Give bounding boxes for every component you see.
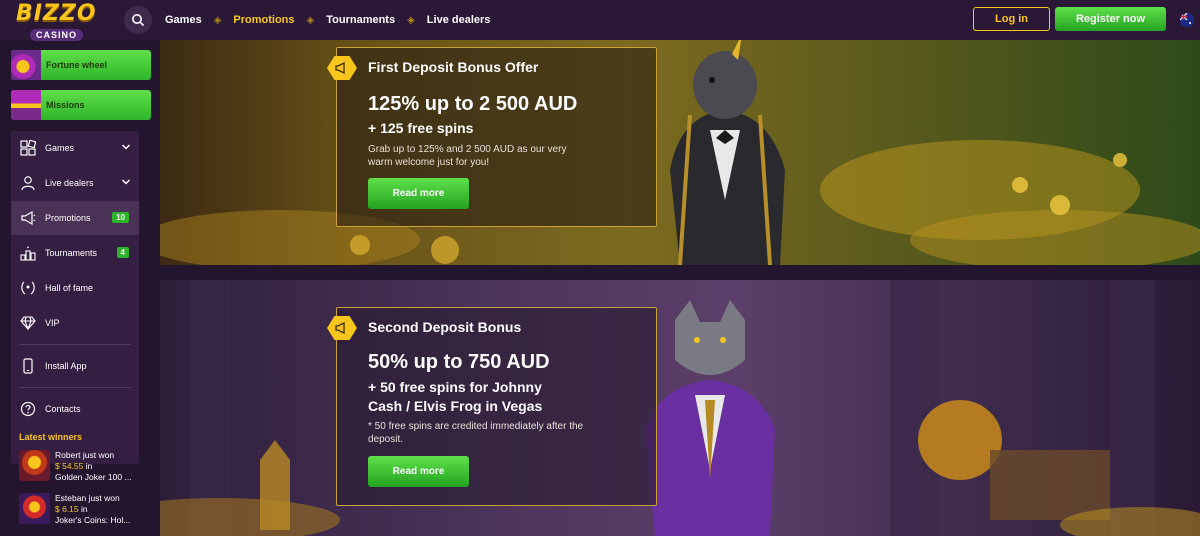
main-nav: Games ◈ Promotions ◈ Tournaments ◈ Live … [165, 0, 490, 40]
nav-separator-icon: ◈ [306, 14, 315, 26]
question-icon [19, 400, 37, 418]
winner-name: Esteban just won [55, 493, 120, 503]
offer-subtitle-line1: + 50 free spins for Johnny [368, 379, 542, 395]
offer-description: Grab up to 125% and 2 500 AUD as our ver… [368, 144, 567, 168]
winner-item[interactable]: Esteban just won $ 6.15 in Joker's Coins… [19, 493, 149, 531]
sidebar-item-label: Games [45, 143, 75, 153]
games-icon [19, 139, 37, 157]
register-button[interactable]: Register now [1055, 7, 1166, 31]
nav-live-dealers[interactable]: Live dealers [427, 14, 491, 26]
offer-subtitle-line2: Cash / Elvis Frog in Vegas [368, 398, 543, 414]
tournaments-icon [19, 244, 37, 262]
sidebar-item-tournaments[interactable]: Tournaments 4 [11, 236, 139, 270]
first-deposit-banner: First Deposit Bonus Offer 125% up to 2 5… [160, 40, 1200, 265]
sidebar-item-games[interactable]: Games [11, 131, 139, 165]
latest-winners-title: Latest winners [19, 432, 83, 442]
winner-item[interactable]: Robert just won $ 54.55 in Golden Joker … [19, 450, 149, 488]
winner-name: Robert just won [55, 450, 115, 460]
nav-tournaments[interactable]: Tournaments [326, 14, 395, 26]
sidebar-item-label: Install App [45, 361, 87, 371]
banner-gap [160, 265, 1200, 280]
sidebar-item-vip[interactable]: VIP [11, 306, 139, 340]
winner-game: Joker's Coins: Hol... [55, 515, 131, 525]
read-more-button[interactable]: Read more [368, 178, 469, 209]
bizzo-logo[interactable]: BIZZO CASINO [16, 1, 97, 41]
logo-text: BIZZO [16, 1, 97, 26]
menu-divider [19, 344, 131, 345]
sidebar-item-label: VIP [45, 318, 60, 328]
jokers-coins-thumbnail [19, 493, 50, 524]
fortune-wheel-label: Fortune wheel [46, 60, 108, 70]
sidebar-menu: Games Live dealers Promotions 10 Tournam… [11, 131, 139, 464]
sidebar-item-label: Hall of fame [45, 283, 94, 293]
sidebar-item-live-dealers[interactable]: Live dealers [11, 166, 139, 200]
nav-games[interactable]: Games [165, 14, 202, 26]
missions-chest-icon [11, 90, 41, 120]
logo-subtext: CASINO [30, 29, 84, 41]
sidebar-item-label: Tournaments [45, 248, 98, 258]
winner-amount: $ 6.15 [55, 504, 79, 514]
offer-description: * 50 free spins are credited immediately… [368, 421, 584, 445]
megaphone-icon [19, 209, 37, 227]
first-deposit-card: First Deposit Bonus Offer 125% up to 2 5… [327, 47, 657, 227]
offer-headline: 50% up to 750 AUD [368, 351, 550, 373]
sidebar: Fortune wheel Missions Games Live dealer… [0, 40, 160, 536]
login-button[interactable]: Log in [973, 7, 1050, 31]
diamond-icon [19, 314, 37, 332]
winner-game: Golden Joker 100 ... [55, 472, 132, 482]
top-header: BIZZO CASINO Games ◈ Promotions ◈ Tourna… [0, 0, 1200, 41]
nav-promotions[interactable]: Promotions [233, 14, 294, 26]
live-dealers-icon [19, 174, 37, 192]
phone-icon [19, 357, 37, 375]
search-button[interactable] [124, 6, 152, 34]
read-more-button[interactable]: Read more [368, 456, 469, 487]
sidebar-item-label: Live dealers [45, 178, 94, 188]
search-icon [132, 14, 145, 27]
golden-joker-thumbnail [19, 450, 50, 481]
winner-in-label: in [85, 461, 93, 471]
fortune-wheel-button[interactable]: Fortune wheel [11, 50, 151, 80]
tournaments-count-badge: 4 [116, 247, 129, 258]
offer-headline: 125% up to 2 500 AUD [368, 93, 578, 115]
laurel-icon [19, 279, 37, 297]
sidebar-item-promotions[interactable]: Promotions 10 [11, 201, 139, 235]
sidebar-item-hall-of-fame[interactable]: Hall of fame [11, 271, 139, 305]
sidebar-item-label: Promotions [45, 213, 91, 223]
second-deposit-banner: Second Deposit Bonus 50% up to 750 AUD +… [160, 280, 1200, 536]
nav-separator-icon: ◈ [407, 14, 415, 26]
winner-in-label: in [81, 504, 88, 514]
offer-title: First Deposit Bonus Offer [368, 59, 539, 75]
fortune-wheel-icon [11, 50, 41, 80]
nav-separator-icon: ◈ [213, 14, 222, 26]
winner-amount: $ 54.55 [55, 461, 84, 471]
missions-button[interactable]: Missions [11, 90, 151, 120]
australia-flag-icon[interactable] [1180, 13, 1194, 27]
sidebar-item-label: Contacts [45, 404, 81, 414]
chevron-down-icon [121, 177, 131, 189]
chevron-down-icon [121, 142, 131, 154]
missions-label: Missions [46, 100, 85, 110]
offer-subtitle: + 125 free spins [368, 120, 474, 136]
promotions-count-badge: 10 [112, 212, 129, 223]
offer-title: Second Deposit Bonus [368, 319, 522, 335]
sidebar-item-install-app[interactable]: Install App [11, 349, 139, 383]
menu-divider [19, 387, 131, 388]
second-deposit-card: Second Deposit Bonus 50% up to 750 AUD +… [327, 307, 657, 506]
sidebar-item-contacts[interactable]: Contacts [11, 392, 139, 426]
